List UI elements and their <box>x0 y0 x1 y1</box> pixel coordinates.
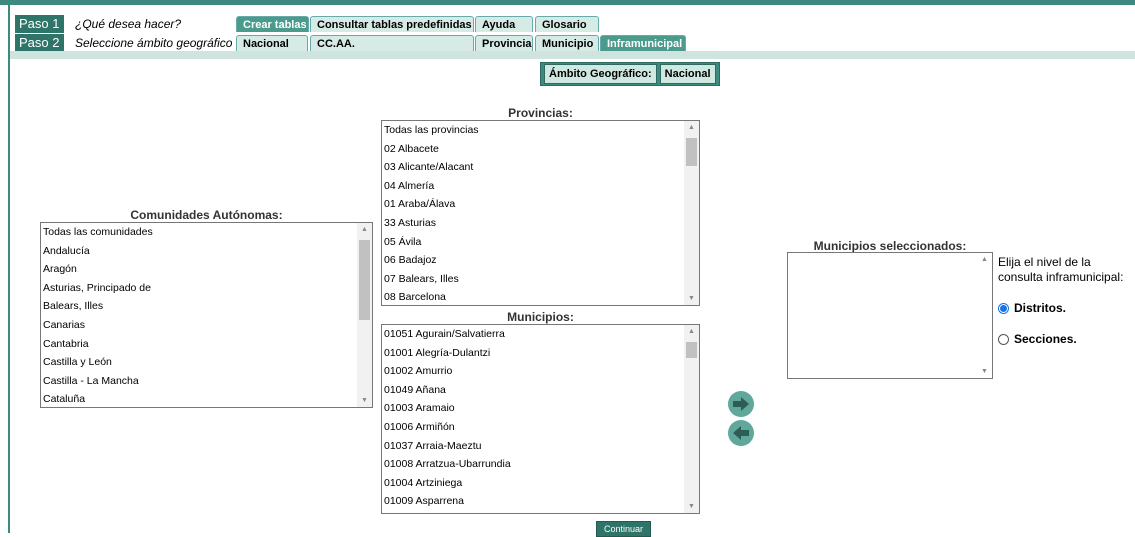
tab-nacional[interactable]: Nacional <box>236 35 308 51</box>
list-item[interactable]: 01008 Arratzua-Ubarrundia <box>382 455 699 474</box>
step1-text: ¿Qué desea hacer? <box>75 17 182 31</box>
comunidades-label: Comunidades Autónomas: <box>130 208 283 222</box>
radio-distritos[interactable]: Distritos. <box>998 301 1066 315</box>
list-item[interactable]: 03 Alicante/Alacant <box>382 158 699 177</box>
list-item[interactable]: 33 Asturias <box>382 214 699 233</box>
tab-ccaa[interactable]: CC.AA. <box>310 35 474 51</box>
step1-badge: Paso 1 <box>15 15 64 33</box>
list-item[interactable]: 05 Ávila <box>382 233 699 252</box>
step2-badge: Paso 2 <box>15 34 64 52</box>
nivel-prompt: Elija el nivel de la consulta inframunic… <box>998 255 1124 284</box>
seleccionados-listbox[interactable]: ▲ ▼ <box>787 252 993 379</box>
list-item[interactable]: Andalucía <box>41 242 372 261</box>
list-item[interactable]: 08 Barcelona <box>382 288 699 305</box>
left-border <box>8 0 10 533</box>
seleccionados-label: Municipios seleccionados: <box>813 239 967 253</box>
list-item[interactable]: 01002 Amurrio <box>382 362 699 381</box>
scroll-thumb[interactable] <box>359 240 370 320</box>
list-item[interactable]: 02 Albacete <box>382 140 699 159</box>
list-item[interactable]: 01004 Artziniega <box>382 474 699 493</box>
list-item[interactable]: 04 Almería <box>382 177 699 196</box>
list-item[interactable]: 01003 Aramaio <box>382 399 699 418</box>
radio-secciones-label: Secciones. <box>1014 332 1077 346</box>
municipios-listbox[interactable]: 01051 Agurain/Salvatierra 01001 Alegría-D… <box>381 324 700 514</box>
scroll-down-icon[interactable]: ▼ <box>981 368 988 375</box>
seleccionados-scrollbar[interactable]: ▲ ▼ <box>977 253 992 378</box>
tab-ayuda[interactable]: Ayuda <box>475 16 533 32</box>
tab-crear-tablas[interactable]: Crear tablas <box>236 16 309 32</box>
tab-glosario[interactable]: Glosario <box>535 16 599 32</box>
tab-provincia[interactable]: Provincia <box>475 35 533 51</box>
list-item[interactable]: 01 Araba/Álava <box>382 195 699 214</box>
list-item[interactable]: Aragón <box>41 260 372 279</box>
provincias-label: Provincias: <box>508 106 573 120</box>
scroll-up-icon[interactable]: ▲ <box>361 226 368 233</box>
list-item[interactable]: 01006 Armiñón <box>382 418 699 437</box>
comunidades-scrollbar[interactable]: ▲ ▼ <box>357 223 372 407</box>
ambito-label: Ámbito Geográfico: <box>544 64 657 84</box>
list-item[interactable]: 01049 Añana <box>382 381 699 400</box>
tab-consultar-tablas[interactable]: Consultar tablas predefinidas <box>310 16 474 32</box>
list-item[interactable]: Castilla y León <box>41 353 372 372</box>
list-item[interactable]: 01001 Alegría-Dulantzi <box>382 344 699 363</box>
comunidades-listbox[interactable]: Todas las comunidades Andalucía Aragón Astu… <box>40 222 373 408</box>
scroll-thumb[interactable] <box>686 138 697 166</box>
tab-municipio[interactable]: Municipio <box>535 35 599 51</box>
scroll-down-icon[interactable]: ▼ <box>688 295 695 302</box>
step2-text: Seleccione ámbito geográfico <box>75 36 233 50</box>
list-item[interactable]: Castilla - La Mancha <box>41 372 372 391</box>
scroll-up-icon[interactable]: ▲ <box>688 328 695 335</box>
list-item[interactable]: 06 Badajoz <box>382 251 699 270</box>
list-item[interactable]: Cantabria <box>41 335 372 354</box>
municipios-scrollbar[interactable]: ▲ ▼ <box>684 325 699 513</box>
radio-distritos-dot[interactable] <box>998 302 1009 314</box>
provincias-listbox[interactable]: Todas las provincias 02 Albacete 03 Alican… <box>381 120 700 306</box>
remove-arrow-button[interactable] <box>728 420 754 446</box>
list-item[interactable]: Balears, Illes <box>41 297 372 316</box>
radio-secciones-dot[interactable] <box>998 333 1009 345</box>
arrow-left-icon <box>733 426 749 440</box>
scroll-up-icon[interactable]: ▲ <box>981 256 988 263</box>
ambito-value: Nacional <box>659 64 716 84</box>
list-item[interactable]: Canarias <box>41 316 372 335</box>
tab-inframunicipal[interactable]: Inframunicipal <box>600 35 686 51</box>
arrow-right-icon <box>733 397 749 411</box>
municipios-label: Municipios: <box>507 310 574 324</box>
ambito-geografico: Ámbito Geográfico: Nacional <box>540 62 720 86</box>
scroll-up-icon[interactable]: ▲ <box>688 124 695 131</box>
list-item[interactable]: 07 Balears, Illes <box>382 270 699 289</box>
list-item[interactable]: Todas las comunidades <box>41 223 372 242</box>
list-item[interactable]: 01009 Asparrena <box>382 492 699 511</box>
top-border <box>0 0 1135 5</box>
provincias-scrollbar[interactable]: ▲ ▼ <box>684 121 699 305</box>
list-item[interactable]: Cataluña <box>41 390 372 407</box>
add-arrow-button[interactable] <box>728 391 754 417</box>
scroll-down-icon[interactable]: ▼ <box>688 503 695 510</box>
scroll-thumb[interactable] <box>686 342 697 358</box>
list-item[interactable]: 01037 Arraia-Maeztu <box>382 437 699 456</box>
continuar-button[interactable]: Continuar <box>596 521 651 537</box>
list-item[interactable]: Asturias, Principado de <box>41 279 372 298</box>
tab-underline <box>10 51 1135 59</box>
radio-secciones[interactable]: Secciones. <box>998 332 1077 346</box>
list-item[interactable]: 01051 Agurain/Salvatierra <box>382 325 699 344</box>
list-item[interactable]: Todas las provincias <box>382 121 699 140</box>
radio-distritos-label: Distritos. <box>1014 301 1067 315</box>
scroll-down-icon[interactable]: ▼ <box>361 397 368 404</box>
